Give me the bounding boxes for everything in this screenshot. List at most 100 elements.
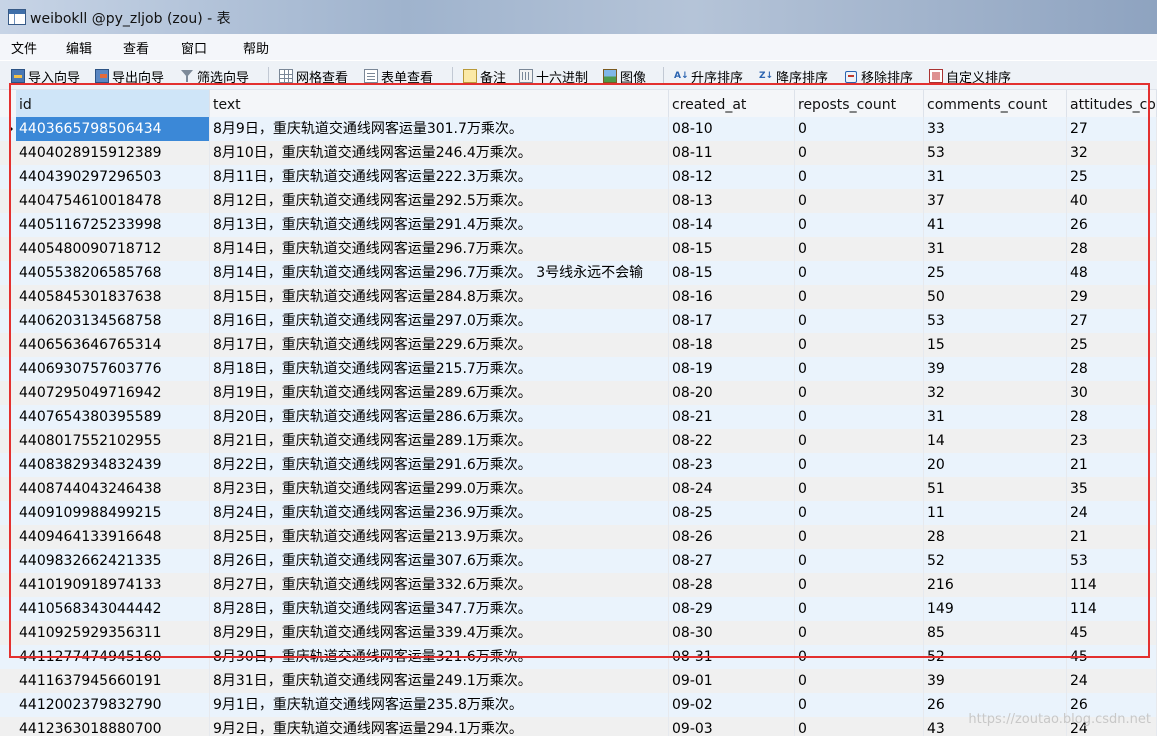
cell-id[interactable]: 4403665798506434 <box>16 117 210 141</box>
menu-file[interactable]: 文件 <box>11 38 37 57</box>
cell-attitudes-count[interactable]: 27 <box>1067 309 1157 333</box>
cell-attitudes-count[interactable]: 40 <box>1067 189 1157 213</box>
table-row[interactable]: 4407654380395589 8月20日，重庆轨道交通线网客运量286.6万乘… <box>0 405 1157 429</box>
cell-attitudes-count[interactable]: 48 <box>1067 261 1157 285</box>
cell-created-at[interactable]: 08-15 <box>669 261 795 285</box>
cell-reposts-count[interactable]: 0 <box>795 189 924 213</box>
cell-attitudes-count[interactable]: 25 <box>1067 333 1157 357</box>
cell-comments-count[interactable]: 33 <box>924 117 1067 141</box>
custom-sort-button[interactable]: 自定义排序 <box>929 67 1011 86</box>
cell-reposts-count[interactable]: 0 <box>795 333 924 357</box>
table-row[interactable]: 4405116725233998 8月13日，重庆轨道交通线网客运量291.4万乘… <box>0 213 1157 237</box>
cell-id[interactable]: 4405538206585768 <box>16 261 210 285</box>
cell-created-at[interactable]: 08-24 <box>669 477 795 501</box>
cell-attitudes-count[interactable]: 21 <box>1067 453 1157 477</box>
cell-reposts-count[interactable]: 0 <box>795 213 924 237</box>
table-row[interactable]: 4406203134568758 8月16日，重庆轨道交通线网客运量297.0万乘… <box>0 309 1157 333</box>
data-grid[interactable]: id text created_at reposts_count comment… <box>0 90 1157 736</box>
cell-reposts-count[interactable]: 0 <box>795 309 924 333</box>
cell-comments-count[interactable]: 37 <box>924 189 1067 213</box>
cell-reposts-count[interactable]: 0 <box>795 405 924 429</box>
cell-comments-count[interactable]: 85 <box>924 621 1067 645</box>
cell-id[interactable]: 4410925929356311 <box>16 621 210 645</box>
sort-descending-button[interactable]: Z↓ 降序排序 <box>759 67 828 86</box>
cell-text[interactable]: 8月21日，重庆轨道交通线网客运量289.1万乘次。 <box>210 429 669 453</box>
cell-reposts-count[interactable]: 0 <box>795 285 924 309</box>
cell-id[interactable]: 4406203134568758 <box>16 309 210 333</box>
cell-id[interactable]: 4405480090718712 <box>16 237 210 261</box>
table-row[interactable]: 4411637945660191 8月31日，重庆轨道交通线网客运量249.1万乘… <box>0 669 1157 693</box>
cell-id[interactable]: 4404754610018478 <box>16 189 210 213</box>
cell-created-at[interactable]: 08-29 <box>669 597 795 621</box>
cell-created-at[interactable]: 08-10 <box>669 117 795 141</box>
cell-comments-count[interactable]: 149 <box>924 597 1067 621</box>
table-row[interactable]: 4409464133916648 8月25日，重庆轨道交通线网客运量213.9万乘… <box>0 525 1157 549</box>
cell-attitudes-count[interactable]: 114 <box>1067 597 1157 621</box>
cell-text[interactable]: 8月28日，重庆轨道交通线网客运量347.7万乘次。 <box>210 597 669 621</box>
cell-id[interactable]: 4407295049716942 <box>16 381 210 405</box>
cell-created-at[interactable]: 08-26 <box>669 525 795 549</box>
cell-created-at[interactable]: 08-12 <box>669 165 795 189</box>
cell-comments-count[interactable]: 216 <box>924 573 1067 597</box>
cell-created-at[interactable]: 08-19 <box>669 357 795 381</box>
cell-text[interactable]: 8月30日，重庆轨道交通线网客运量321.6万乘次。 <box>210 645 669 669</box>
cell-created-at[interactable]: 08-18 <box>669 333 795 357</box>
column-header-attitudes-count[interactable]: attitudes_co <box>1067 90 1157 117</box>
cell-text[interactable]: 8月14日，重庆轨道交通线网客运量296.7万乘次。 3号线永远不会输 <box>210 261 669 285</box>
table-row[interactable]: 4404754610018478 8月12日，重庆轨道交通线网客运量292.5万乘… <box>0 189 1157 213</box>
cell-attitudes-count[interactable]: 24 <box>1067 669 1157 693</box>
table-row[interactable]: 4411277474945160 8月30日，重庆轨道交通线网客运量321.6万乘… <box>0 645 1157 669</box>
column-header-text[interactable]: text <box>210 90 669 117</box>
cell-reposts-count[interactable]: 0 <box>795 429 924 453</box>
cell-attitudes-count[interactable]: 45 <box>1067 645 1157 669</box>
table-row[interactable]: 4403665798506434 8月9日，重庆轨道交通线网客运量301.7万乘次… <box>0 117 1157 141</box>
import-wizard-button[interactable]: 导入向导 <box>11 67 80 86</box>
cell-id[interactable]: 4411277474945160 <box>16 645 210 669</box>
export-wizard-button[interactable]: 导出向导 <box>95 67 164 86</box>
cell-text[interactable]: 9月1日，重庆轨道交通线网客运量235.8万乘次。 <box>210 693 669 717</box>
cell-created-at[interactable]: 08-31 <box>669 645 795 669</box>
cell-created-at[interactable]: 08-25 <box>669 501 795 525</box>
cell-id[interactable]: 4411637945660191 <box>16 669 210 693</box>
cell-attitudes-count[interactable]: 21 <box>1067 525 1157 549</box>
cell-attitudes-count[interactable]: 28 <box>1067 405 1157 429</box>
cell-id[interactable]: 4404390297296503 <box>16 165 210 189</box>
cell-created-at[interactable]: 08-30 <box>669 621 795 645</box>
cell-id[interactable]: 4412363018880700 <box>16 717 210 736</box>
table-row[interactable]: 4409832662421335 8月26日，重庆轨道交通线网客运量307.6万乘… <box>0 549 1157 573</box>
cell-reposts-count[interactable]: 0 <box>795 645 924 669</box>
memo-button[interactable]: 备注 <box>463 67 506 86</box>
cell-text[interactable]: 8月24日，重庆轨道交通线网客运量236.9万乘次。 <box>210 501 669 525</box>
cell-text[interactable]: 8月16日，重庆轨道交通线网客运量297.0万乘次。 <box>210 309 669 333</box>
cell-text[interactable]: 8月25日，重庆轨道交通线网客运量213.9万乘次。 <box>210 525 669 549</box>
cell-attitudes-count[interactable]: 29 <box>1067 285 1157 309</box>
cell-attitudes-count[interactable]: 23 <box>1067 429 1157 453</box>
cell-created-at[interactable]: 08-17 <box>669 309 795 333</box>
remove-sort-button[interactable]: 移除排序 <box>844 67 913 86</box>
cell-reposts-count[interactable]: 0 <box>795 477 924 501</box>
cell-created-at[interactable]: 08-13 <box>669 189 795 213</box>
cell-text[interactable]: 8月9日，重庆轨道交通线网客运量301.7万乘次。 <box>210 117 669 141</box>
cell-created-at[interactable]: 08-21 <box>669 405 795 429</box>
column-header-reposts-count[interactable]: reposts_count <box>795 90 924 117</box>
cell-text[interactable]: 8月15日，重庆轨道交通线网客运量284.8万乘次。 <box>210 285 669 309</box>
cell-comments-count[interactable]: 51 <box>924 477 1067 501</box>
table-row[interactable]: 4410568343044442 8月28日，重庆轨道交通线网客运量347.7万乘… <box>0 597 1157 621</box>
cell-reposts-count[interactable]: 0 <box>795 717 924 736</box>
table-row[interactable]: 4405845301837638 8月15日，重庆轨道交通线网客运量284.8万乘… <box>0 285 1157 309</box>
cell-id[interactable]: 4406563646765314 <box>16 333 210 357</box>
cell-reposts-count[interactable]: 0 <box>795 549 924 573</box>
table-row[interactable]: 4409109988499215 8月24日，重庆轨道交通线网客运量236.9万乘… <box>0 501 1157 525</box>
cell-reposts-count[interactable]: 0 <box>795 621 924 645</box>
cell-text[interactable]: 8月27日，重庆轨道交通线网客运量332.6万乘次。 <box>210 573 669 597</box>
hex-button[interactable]: 十六进制 <box>519 67 588 86</box>
cell-comments-count[interactable]: 14 <box>924 429 1067 453</box>
cell-attitudes-count[interactable]: 28 <box>1067 237 1157 261</box>
table-row[interactable]: 4405538206585768 8月14日，重庆轨道交通线网客运量296.7万乘… <box>0 261 1157 285</box>
cell-id[interactable]: 4409109988499215 <box>16 501 210 525</box>
cell-reposts-count[interactable]: 0 <box>795 237 924 261</box>
cell-attitudes-count[interactable]: 53 <box>1067 549 1157 573</box>
cell-id[interactable]: 4409464133916648 <box>16 525 210 549</box>
cell-text[interactable]: 8月20日，重庆轨道交通线网客运量286.6万乘次。 <box>210 405 669 429</box>
cell-id[interactable]: 4410190918974133 <box>16 573 210 597</box>
